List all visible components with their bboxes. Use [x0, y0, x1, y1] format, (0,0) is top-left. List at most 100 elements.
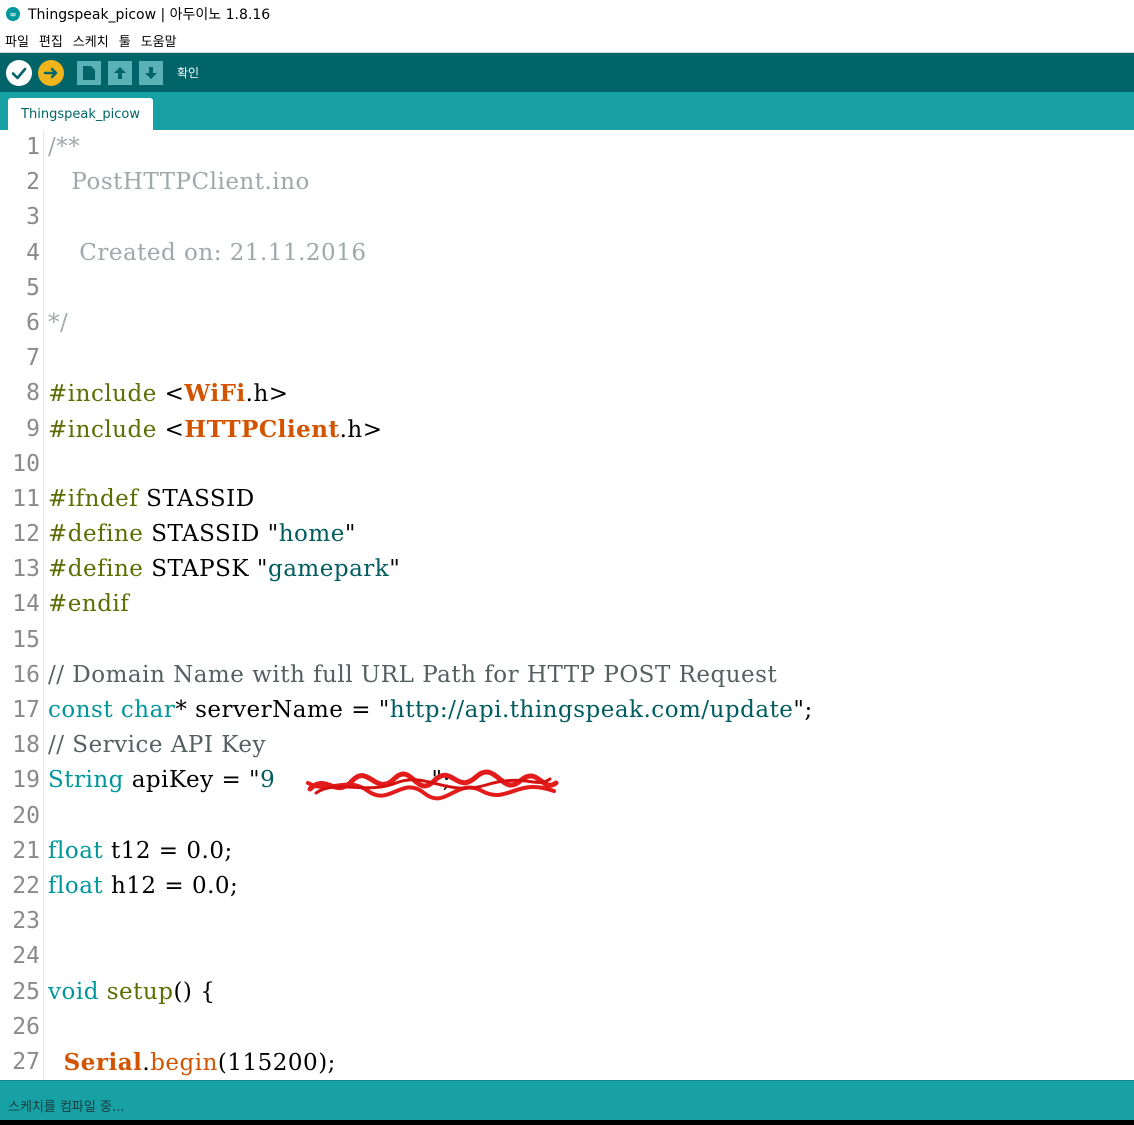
menu-file[interactable]: 파일: [0, 31, 34, 50]
status-bar: 스케치를 컴파일 중...: [0, 1080, 1134, 1125]
code-token: */: [48, 309, 69, 336]
code-token: const: [48, 697, 121, 723]
code-line[interactable]: 17 const char* serverName = "http://api.t…: [0, 693, 1134, 728]
arrow-down-icon: [145, 66, 157, 79]
line-number: 17: [12, 697, 40, 723]
code-line[interactable]: 3: [0, 200, 1134, 235]
code-line[interactable]: 10: [0, 447, 1134, 482]
line-number: 15: [12, 626, 40, 653]
code-text: const char* serverName = "http://api.thi…: [48, 693, 813, 728]
code-text: /**: [48, 130, 80, 165]
code-line[interactable]: 23: [0, 904, 1134, 939]
code-line[interactable]: 11 #ifndef STASSID: [0, 482, 1134, 517]
code-text: #include <WiFi.h>: [48, 376, 289, 412]
tab-thingspeak-picow[interactable]: Thingspeak_picow: [8, 98, 153, 130]
code-line[interactable]: 20: [0, 799, 1134, 834]
menu-bar: 파일 편집 스케치 툴 도움말: [0, 28, 1134, 53]
code-token: #define: [48, 521, 152, 548]
code-text: #include <HTTPClient.h>: [48, 412, 383, 448]
save-sketch-button[interactable]: [139, 60, 163, 85]
toolbar: 확인: [0, 53, 1134, 92]
code-line[interactable]: 15: [0, 623, 1134, 658]
verify-button[interactable]: [6, 59, 32, 86]
upload-button[interactable]: [38, 59, 64, 86]
code-line[interactable]: 1 /**: [0, 130, 1134, 165]
code-token: * serverName =: [175, 697, 379, 723]
code-token: Serial: [63, 1048, 143, 1076]
code-line[interactable]: 4 Created on: 21.11.2016: [0, 236, 1134, 271]
line-number: 9: [26, 415, 40, 442]
code-token: HTTPClient: [184, 415, 340, 443]
menu-help[interactable]: 도움말: [136, 31, 182, 50]
code-token: <: [164, 381, 185, 408]
code-line[interactable]: 14 #endif: [0, 587, 1134, 622]
title-bar: ∞ Thingspeak_picow | 아두이노 1.8.16: [0, 0, 1134, 28]
code-line[interactable]: 6 */: [0, 306, 1134, 341]
arduino-logo-icon: ∞: [6, 7, 20, 21]
code-line[interactable]: 27 Serial.begin(115200);: [0, 1045, 1134, 1080]
code-token: #define: [48, 556, 152, 583]
line-number: 1: [26, 134, 40, 160]
code-text: float t12 = 0.0;: [48, 834, 233, 869]
code-token: (115200);: [217, 1049, 336, 1076]
code-line[interactable]: 8 #include <WiFi.h>: [0, 376, 1134, 411]
line-number: 21: [12, 837, 40, 864]
code-text: // Service API Key: [48, 728, 266, 763]
code-token: WiFi: [184, 380, 246, 408]
code-line[interactable]: 19 String apiKey = "9 ";: [0, 763, 1134, 798]
open-sketch-button[interactable]: [108, 60, 132, 85]
arrow-up-icon: [114, 66, 126, 79]
line-number: 10: [12, 450, 40, 477]
code-line[interactable]: 5: [0, 271, 1134, 306]
code-line[interactable]: 25 void setup() {: [0, 975, 1134, 1010]
code-text: #ifndef STASSID: [48, 482, 255, 517]
code-text: void setup() {: [48, 975, 215, 1010]
code-line[interactable]: 16 // Domain Name with full URL Path for …: [0, 658, 1134, 693]
code-line[interactable]: 24: [0, 939, 1134, 974]
code-token: // Service API Key: [48, 732, 266, 759]
ide-window: ∞ Thingspeak_picow | 아두이노 1.8.16 파일 편집 스…: [0, 0, 1134, 1125]
menu-tools[interactable]: 툴: [114, 31, 136, 50]
code-token: char: [120, 697, 176, 723]
status-message: 스케치를 컴파일 중...: [8, 1100, 125, 1115]
code-line[interactable]: 13 #define STAPSK "gamepark": [0, 552, 1134, 587]
new-file-icon: [83, 65, 95, 80]
menu-edit[interactable]: 편집: [34, 31, 68, 50]
code-token: http://api.thingspeak.com/update: [389, 697, 794, 723]
code-line[interactable]: 21 float t12 = 0.0;: [0, 834, 1134, 869]
arrow-right-icon: [43, 67, 58, 78]
code-text: float h12 = 0.0;: [48, 869, 238, 904]
code-line[interactable]: 18 // Service API Key: [0, 728, 1134, 763]
code-token: gamepark: [268, 556, 390, 583]
line-number: 5: [26, 274, 40, 301]
line-number: 19: [12, 767, 40, 794]
new-sketch-button[interactable]: [77, 60, 101, 85]
code-text: #define STASSID "home": [48, 517, 356, 552]
line-number: 6: [26, 309, 40, 336]
code-token: ": [267, 521, 279, 548]
line-number: 26: [12, 1013, 40, 1040]
code-line[interactable]: 12 #define STASSID "home": [0, 517, 1134, 552]
code-token: // Domain Name with full URL Path for HT…: [48, 661, 778, 688]
line-number: 11: [12, 485, 40, 512]
code-token: ": [256, 556, 268, 583]
menu-sketch[interactable]: 스케치: [68, 31, 114, 50]
code-token: void: [48, 978, 99, 1005]
tab-strip: Thingspeak_picow: [0, 92, 1134, 130]
code-editor[interactable]: 1 /** 2 PostHTTPClient.ino 3 4 Created on: 2…: [0, 130, 1134, 1080]
line-number: 7: [26, 345, 40, 372]
code-token: <: [164, 416, 185, 443]
code-token: STAPSK: [151, 556, 257, 583]
code-line[interactable]: 7: [0, 341, 1134, 376]
code-line[interactable]: 9 #include <HTTPClient.h>: [0, 412, 1134, 447]
code-text: PostHTTPClient.ino: [48, 165, 310, 200]
line-number: 4: [26, 239, 40, 266]
code-line[interactable]: 26: [0, 1010, 1134, 1045]
code-line[interactable]: 2 PostHTTPClient.ino: [0, 165, 1134, 200]
toolbar-hint: 확인: [177, 66, 200, 80]
code-token: float: [48, 837, 104, 864]
code-token: .h>: [245, 381, 289, 408]
code-line[interactable]: 22 float h12 = 0.0;: [0, 869, 1134, 904]
